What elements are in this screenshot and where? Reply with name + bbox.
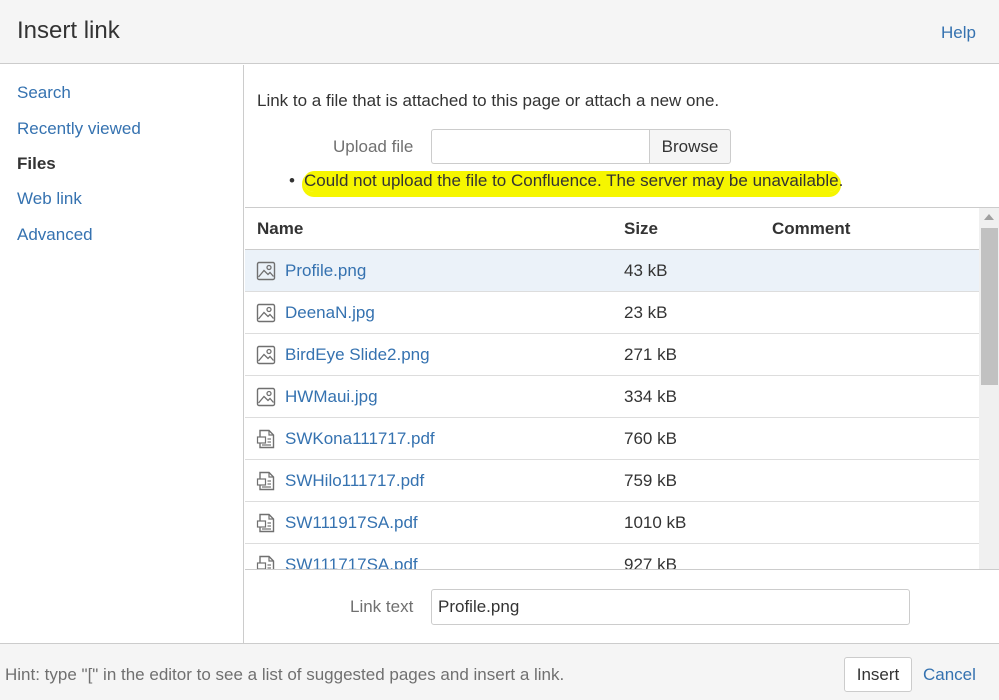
column-header-name[interactable]: Name (257, 219, 303, 239)
sidebar-item-files[interactable]: Files (17, 154, 56, 174)
error-period: . (838, 171, 844, 190)
table-scrollbar[interactable] (979, 208, 999, 569)
file-row[interactable]: HWMaui.jpg 334 kB (245, 376, 979, 418)
file-name[interactable]: BirdEye Slide2.png (285, 345, 430, 365)
image-file-icon (256, 345, 276, 365)
link-text-input[interactable] (431, 589, 910, 625)
dialog-title: Insert link (17, 17, 120, 44)
file-size: 23 kB (624, 303, 668, 322)
file-size: 759 kB (624, 471, 677, 490)
file-row[interactable]: SWHilo111717.pdf 759 kB (245, 460, 979, 502)
file-row[interactable]: Profile.png 43 kB (245, 250, 979, 292)
image-file-icon (256, 261, 276, 281)
scroll-up-arrow-icon[interactable] (984, 214, 994, 220)
column-header-comment[interactable]: Comment (772, 219, 850, 239)
upload-file-label: Upload file (333, 137, 414, 156)
cancel-link[interactable]: Cancel (923, 665, 976, 685)
column-header-size[interactable]: Size (624, 219, 658, 239)
file-size: 760 kB (624, 429, 677, 448)
sidebar-item-advanced[interactable]: Advanced (17, 225, 93, 245)
file-row[interactable]: SW111917SA.pdf 1010 kB (245, 502, 979, 544)
hint-text: Hint: type "[" in the editor to see a li… (5, 665, 565, 684)
file-row[interactable]: SWKona111717.pdf 760 kB (245, 418, 979, 460)
file-row[interactable]: DeenaN.jpg 23 kB (245, 292, 979, 334)
file-name[interactable]: SW111717SA.pdf (285, 555, 418, 569)
file-size: 927 kB (624, 555, 677, 570)
pdf-file-icon (256, 513, 276, 533)
file-name[interactable]: SW111917SA.pdf (285, 513, 418, 533)
file-name[interactable]: SWKona111717.pdf (285, 429, 435, 449)
file-name[interactable]: SWHilo111717.pdf (285, 471, 424, 491)
table-header: Name Size Comment (245, 208, 979, 250)
help-link[interactable]: Help (941, 23, 976, 43)
file-name[interactable]: Profile.png (285, 261, 366, 281)
file-size: 271 kB (624, 345, 677, 364)
file-size: 43 kB (624, 261, 668, 280)
scroll-thumb[interactable] (981, 228, 998, 385)
insert-button[interactable]: Insert (844, 657, 912, 692)
sidebar-item-recently-viewed[interactable]: Recently viewed (17, 119, 141, 139)
file-size: 334 kB (624, 387, 677, 406)
dialog-footer: Hint: type "[" in the editor to see a li… (0, 643, 999, 700)
image-file-icon (256, 387, 276, 407)
pdf-file-icon (256, 429, 276, 449)
link-text-label: Link text (350, 597, 414, 616)
pdf-file-icon (256, 555, 276, 569)
intro-text: Link to a file that is attached to this … (257, 91, 720, 110)
sidebar-item-search[interactable]: Search (17, 83, 71, 103)
file-row[interactable]: BirdEye Slide2.png 271 kB (245, 334, 979, 376)
dialog-header: Insert link Help (0, 0, 999, 64)
sidebar-item-web-link[interactable]: Web link (17, 189, 82, 209)
upload-file-input[interactable] (431, 129, 650, 164)
file-size: 1010 kB (624, 513, 687, 532)
error-message: Could not upload the file to Confluence.… (304, 171, 839, 192)
file-name[interactable]: DeenaN.jpg (285, 303, 375, 323)
files-panel: Link to a file that is attached to this … (245, 65, 999, 643)
browse-button[interactable]: Browse (649, 129, 731, 164)
sidebar: Search Recently viewed Files Web link Ad… (0, 65, 244, 643)
file-row[interactable]: SW111717SA.pdf 927 kB (245, 544, 979, 570)
file-table: Name Size Comment Profile.png 43 kB DeenaN… (245, 207, 999, 570)
pdf-file-icon (256, 471, 276, 491)
error-bullet: • (289, 171, 295, 190)
file-name[interactable]: HWMaui.jpg (285, 387, 378, 407)
insert-link-dialog: Insert link Help Search Recently viewed … (0, 0, 999, 700)
image-file-icon (256, 303, 276, 323)
